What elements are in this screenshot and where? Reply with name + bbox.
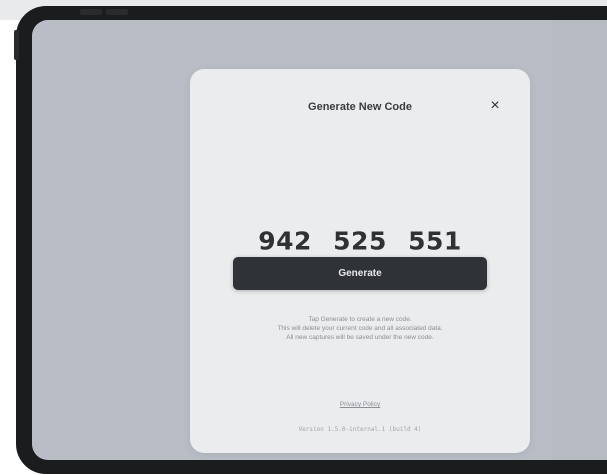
tablet-screen: Generate New Code × 942 525 551 Generate… — [32, 20, 607, 460]
volume-up-button — [80, 9, 102, 15]
code-group-3: 551 — [408, 226, 462, 256]
version-label: Version 1.5.0-internal.1 (build 4) — [298, 426, 422, 433]
privacy-policy-link[interactable]: Privacy Policy — [190, 401, 530, 408]
info-line: Tap Generate to create a new code. — [308, 316, 412, 323]
side-button — [14, 30, 19, 60]
info-text: Tap Generate to create a new code. This … — [210, 315, 510, 342]
code-group-1: 942 — [258, 226, 312, 256]
info-line: This will delete your current code and a… — [277, 325, 443, 332]
generate-button[interactable]: Generate — [233, 257, 487, 290]
close-icon: × — [490, 97, 500, 114]
close-button[interactable]: × — [486, 97, 504, 115]
info-line: All new captures will be saved under the… — [286, 334, 434, 341]
generate-code-modal: Generate New Code × 942 525 551 Generate… — [190, 69, 530, 453]
volume-down-button — [106, 9, 128, 15]
screenshot-stage: Generate New Code × 942 525 551 Generate… — [0, 0, 607, 475]
modal-title: Generate New Code — [308, 101, 412, 113]
code-display: 942 525 551 — [190, 227, 530, 256]
code-group-2: 525 — [333, 226, 387, 256]
